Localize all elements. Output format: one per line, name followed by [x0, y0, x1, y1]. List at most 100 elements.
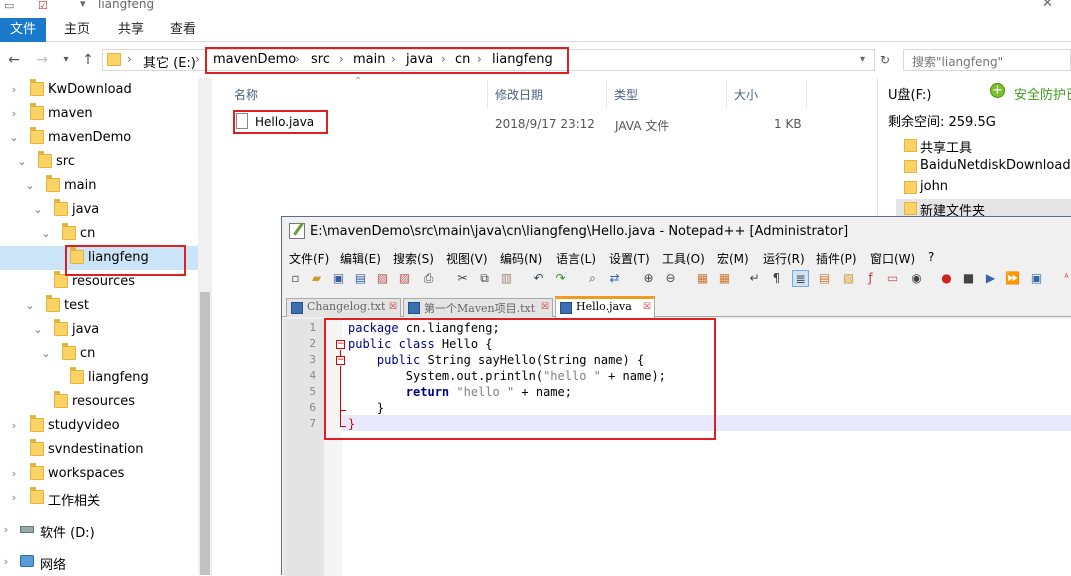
tree-item-liangfeng-selected[interactable]: liangfeng: [0, 246, 198, 270]
tree-item-main[interactable]: ⌄ main: [0, 174, 198, 198]
menu-view[interactable]: 视图(V): [446, 250, 488, 267]
code-editor[interactable]: 1 2 3 4 5 6 7 − − package cn.liangfeng; …: [284, 319, 1071, 576]
ribbon-tab-share[interactable]: 共享: [108, 18, 154, 42]
tree-item-cn[interactable]: ⌄ cn: [0, 222, 198, 246]
tree-item-studyvideo[interactable]: › studyvideo: [0, 414, 198, 438]
menu-window[interactable]: 窗口(W): [870, 250, 915, 267]
chevron-right-icon[interactable]: ›: [0, 523, 12, 536]
save-all-icon[interactable]: ▤: [352, 270, 369, 287]
preview-folder-item[interactable]: 共享工具: [896, 136, 1071, 156]
close-tab-icon[interactable]: ☒: [540, 302, 550, 312]
show-all-characters-icon[interactable]: ¶: [768, 270, 785, 287]
tree-item-network[interactable]: › 网络: [0, 550, 198, 574]
breadcrumb-mavendemo[interactable]: mavenDemo: [213, 52, 296, 67]
monitoring-eye-icon[interactable]: ◉: [908, 270, 925, 287]
recent-dropdown-icon[interactable]: ▾: [56, 50, 76, 70]
address-dropdown-icon[interactable]: ▾: [860, 54, 865, 65]
indent-guide-icon[interactable]: ≣: [792, 270, 809, 287]
tab-first-maven-project[interactable]: 第一个Maven项目.txt ☒: [403, 298, 553, 317]
menu-help[interactable]: ?: [928, 250, 934, 264]
chevron-down-icon[interactable]: ⌄: [24, 179, 36, 192]
language-icon[interactable]: ▤: [816, 270, 833, 287]
tree-item-mavendemo[interactable]: ⌄ mavenDemo: [0, 126, 198, 150]
column-header-size[interactable]: 大小: [734, 86, 758, 103]
column-divider[interactable]: [806, 80, 807, 108]
chevron-down-icon[interactable]: ⌄: [16, 155, 28, 168]
folder-workspace-icon[interactable]: ▭: [884, 270, 901, 287]
tree-scrollbar[interactable]: [198, 78, 212, 575]
tree-item-svndestination[interactable]: svndestination: [0, 438, 198, 462]
word-wrap-icon[interactable]: ↵: [746, 270, 763, 287]
record-macro-icon[interactable]: ●: [938, 270, 955, 287]
tree-item-test-liangfeng[interactable]: liangfeng: [0, 366, 198, 390]
tree-item-drive-d[interactable]: › 软件 (D:): [0, 518, 198, 542]
tree-item-test[interactable]: ⌄ test: [0, 294, 198, 318]
scrollbar-thumb[interactable]: [200, 292, 210, 575]
sync-horizontal-icon[interactable]: ▦: [716, 270, 733, 287]
breadcrumb-drive[interactable]: 其它 (E:): [143, 52, 196, 71]
tree-item-test-cn[interactable]: ⌄ cn: [0, 342, 198, 366]
close-icon[interactable]: ✕: [1042, 0, 1053, 11]
fold-collapse-icon[interactable]: −: [336, 340, 345, 349]
forward-arrow-icon[interactable]: →: [32, 50, 52, 70]
column-divider[interactable]: [726, 80, 727, 108]
tree-item-java[interactable]: ⌄ java: [0, 198, 198, 222]
column-divider[interactable]: [606, 80, 607, 108]
chevron-right-icon[interactable]: ›: [8, 467, 20, 480]
save-icon[interactable]: ▣: [330, 270, 347, 287]
menu-macro[interactable]: 宏(M): [717, 250, 749, 267]
chevron-down-icon[interactable]: ⌄: [8, 131, 20, 144]
chevron-down-icon[interactable]: ⌄: [24, 299, 36, 312]
chevron-right-icon[interactable]: ›: [8, 419, 20, 432]
menu-run[interactable]: 运行(R): [763, 250, 805, 267]
breadcrumb-java[interactable]: java: [406, 52, 433, 67]
menu-search[interactable]: 搜索(S): [393, 250, 434, 267]
tree-item-work-related[interactable]: › 工作相关: [0, 486, 198, 510]
tree-item-maven[interactable]: › maven: [0, 102, 198, 126]
preview-folder-item[interactable]: BaiduNetdiskDownload: [896, 157, 1071, 177]
tree-item-workspaces[interactable]: › workspaces: [0, 462, 198, 486]
tab-changelog[interactable]: Changelog.txt ☒: [286, 298, 401, 317]
menu-edit[interactable]: 编辑(E): [340, 250, 381, 267]
paste-icon[interactable]: ▥: [498, 270, 515, 287]
menu-settings[interactable]: 设置(T): [609, 250, 650, 267]
chevron-right-icon[interactable]: ›: [8, 83, 20, 96]
close-tab-icon[interactable]: ☒: [642, 302, 652, 312]
menu-encoding[interactable]: 编码(N): [500, 250, 542, 267]
ribbon-tab-home[interactable]: 主页: [54, 18, 100, 42]
chevron-down-icon[interactable]: ⌄: [32, 323, 44, 336]
zoom-in-icon[interactable]: ⊕: [640, 270, 657, 287]
sync-vertical-icon[interactable]: ▦: [694, 270, 711, 287]
breadcrumb-liangfeng[interactable]: liangfeng: [492, 52, 553, 67]
print-icon[interactable]: ⎙: [420, 270, 437, 287]
menu-tools[interactable]: 工具(O): [662, 250, 705, 267]
close-tab-icon[interactable]: ☒: [388, 302, 398, 312]
menu-file[interactable]: 文件(F): [289, 250, 329, 267]
column-header-modified[interactable]: 修改日期: [495, 86, 543, 103]
save-macro-icon[interactable]: ▣: [1028, 270, 1045, 287]
ribbon-tab-view[interactable]: 查看: [160, 18, 206, 42]
security-badge[interactable]: 安全防护已: [1014, 84, 1071, 103]
function-list-icon[interactable]: ƒ: [862, 270, 879, 287]
breadcrumb-src[interactable]: src: [311, 52, 330, 67]
menu-language[interactable]: 语言(L): [556, 250, 596, 267]
column-divider[interactable]: [487, 80, 488, 108]
tree-item-resources[interactable]: resources: [0, 270, 198, 294]
refresh-icon[interactable]: ↻: [875, 50, 895, 70]
back-arrow-icon[interactable]: ←: [4, 50, 24, 70]
column-header-name[interactable]: 名称: [234, 86, 258, 103]
close-all-icon[interactable]: ▨: [396, 270, 413, 287]
quick-access-dropdown-icon[interactable]: ▾: [80, 0, 86, 10]
undo-icon[interactable]: ↶: [530, 270, 547, 287]
zoom-out-icon[interactable]: ⊖: [662, 270, 679, 287]
spellcheck-icon[interactable]: ᴬ: [1058, 270, 1071, 287]
fold-collapse-icon[interactable]: −: [336, 356, 345, 365]
open-file-icon[interactable]: ▰: [308, 270, 325, 287]
new-file-icon[interactable]: ▫: [287, 270, 304, 287]
tab-hello-java[interactable]: Hello.java ☒: [555, 296, 655, 318]
search-input[interactable]: [903, 49, 1071, 71]
tree-item-kwdownload[interactable]: › KwDownload: [0, 78, 198, 102]
breadcrumb-cn[interactable]: cn: [455, 52, 470, 67]
tree-item-test-java[interactable]: ⌄ java: [0, 318, 198, 342]
up-arrow-icon[interactable]: ↑: [78, 50, 98, 70]
